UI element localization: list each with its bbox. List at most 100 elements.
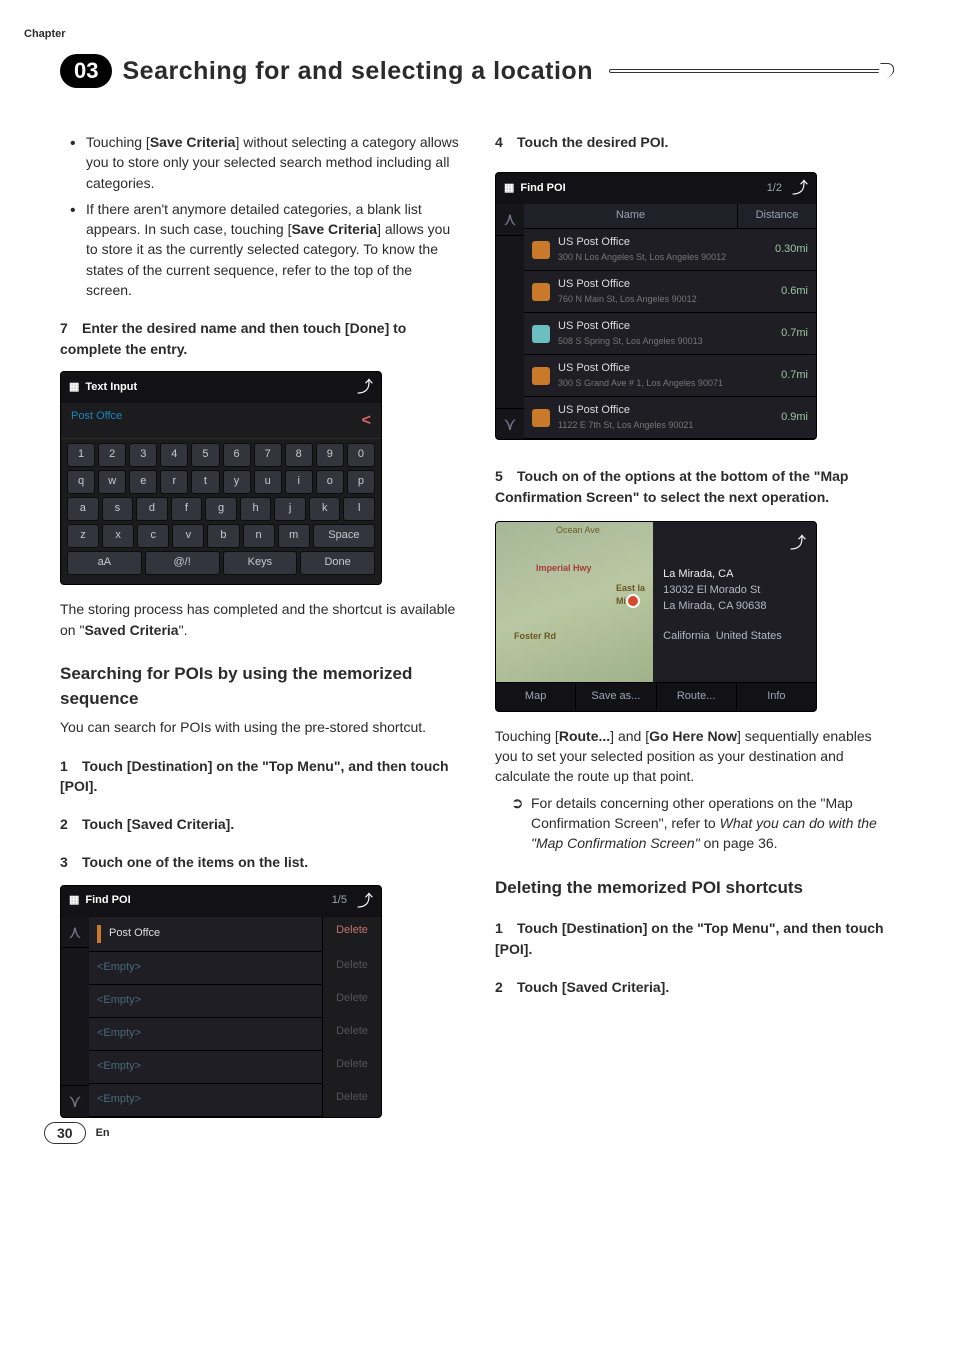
key[interactable]: i: [285, 470, 313, 494]
delete-button[interactable]: Delete: [322, 917, 381, 952]
scroll-down-icon[interactable]: ⋎: [496, 409, 524, 439]
key[interactable]: m: [278, 524, 310, 548]
keyboard[interactable]: 1 2 3 4 5 6 7 8 9 0 q w e: [61, 439, 381, 584]
window-icon: ▦: [69, 380, 79, 396]
key[interactable]: b: [207, 524, 239, 548]
key[interactable]: 5: [191, 443, 219, 467]
key[interactable]: t: [191, 470, 219, 494]
scroll-bar[interactable]: ⋏ ⋎: [496, 204, 524, 439]
text-input-title: Text Input: [85, 380, 137, 396]
subhead-searching-pois: Searching for POIs by using the memorize…: [60, 662, 459, 711]
back-icon[interactable]: ⤴: [357, 376, 373, 399]
reference-icon: ➲: [511, 793, 524, 815]
key-shift[interactable]: aA: [67, 551, 142, 575]
map-button[interactable]: Map: [496, 683, 576, 711]
key[interactable]: 4: [160, 443, 188, 467]
key-symbols[interactable]: @/!: [145, 551, 220, 575]
backspace-icon[interactable]: <: [362, 409, 371, 432]
delete-button: Delete: [322, 1018, 381, 1051]
key[interactable]: 6: [223, 443, 251, 467]
list-item[interactable]: US Post Office508 S Spring St, Los Angel…: [524, 313, 816, 355]
key[interactable]: 2: [98, 443, 126, 467]
delete-button: Delete: [322, 1051, 381, 1084]
key[interactable]: p: [347, 470, 375, 494]
scroll-down-icon[interactable]: ⋎: [61, 1086, 89, 1116]
page-indicator: 1/2: [767, 181, 782, 197]
right-step-4: 4Touch the desired POI.: [495, 132, 894, 152]
key[interactable]: c: [137, 524, 169, 548]
chapter-label: Chapter: [24, 28, 66, 40]
location-country: United States: [716, 630, 782, 642]
screenshot-text-input: ▦ Text Input ⤴ Post Offce < 1 2 3 4 5 6: [60, 371, 382, 585]
key[interactable]: q: [67, 470, 95, 494]
map-pin-icon: [626, 594, 640, 608]
text-input-value[interactable]: Post Offce: [71, 409, 122, 432]
delete-button: Delete: [322, 1084, 381, 1117]
back-icon[interactable]: ⤴: [357, 890, 373, 913]
right-step-5: 5Touch on of the options at the bottom o…: [495, 466, 894, 507]
left-step-2: 2Touch [Saved Criteria].: [60, 814, 459, 834]
key[interactable]: 1: [67, 443, 95, 467]
list-item[interactable]: US Post Office300 S Grand Ave # 1, Los A…: [524, 355, 816, 397]
key[interactable]: y: [223, 470, 251, 494]
page-number: 30: [44, 1122, 86, 1144]
distance-value: 0.7mi: [748, 368, 808, 384]
list-item[interactable]: Post Offce: [89, 917, 322, 952]
col-distance: Distance: [737, 204, 816, 228]
key[interactable]: o: [316, 470, 344, 494]
poi-icon: [532, 283, 550, 301]
find-poi-title: Find POI: [85, 893, 130, 909]
left-step-3: 3Touch one of the items on the list.: [60, 852, 459, 872]
poi-icon: [532, 241, 550, 259]
key-done[interactable]: Done: [300, 551, 375, 575]
save-as-button[interactable]: Save as...: [576, 683, 656, 711]
map-preview[interactable]: Ocean Ave Imperial Hwy East la Mir Foste…: [496, 522, 653, 682]
back-icon[interactable]: ⤴: [792, 177, 808, 200]
key[interactable]: a: [67, 497, 99, 521]
after-keyboard-text: The storing process has completed and th…: [60, 599, 459, 640]
key[interactable]: k: [309, 497, 341, 521]
key[interactable]: 7: [254, 443, 282, 467]
info-button[interactable]: Info: [737, 683, 816, 711]
subhead-para: You can search for POIs with using the p…: [60, 717, 459, 737]
key[interactable]: n: [243, 524, 275, 548]
distance-value: 0.9mi: [748, 410, 808, 426]
key-keys[interactable]: Keys: [223, 551, 298, 575]
scroll-bar[interactable]: ⋏ ⋎: [61, 917, 89, 1117]
key[interactable]: l: [343, 497, 375, 521]
list-item[interactable]: US Post Office1122 E 7th St, Los Angeles…: [524, 397, 816, 439]
back-icon[interactable]: ⤴: [663, 532, 806, 555]
key[interactable]: s: [102, 497, 134, 521]
reference-note: ➲ For details concerning other operation…: [495, 793, 894, 854]
subhead-deleting-shortcuts: Deleting the memorized POI shortcuts: [495, 876, 894, 901]
key[interactable]: r: [160, 470, 188, 494]
key[interactable]: x: [102, 524, 134, 548]
key[interactable]: h: [240, 497, 272, 521]
list-item[interactable]: US Post Office300 N Los Angeles St, Los …: [524, 229, 816, 271]
page-title: Searching for and selecting a location: [122, 57, 593, 86]
route-button[interactable]: Route...: [657, 683, 737, 711]
key[interactable]: e: [129, 470, 157, 494]
list-item[interactable]: US Post Office760 N Main St, Los Angeles…: [524, 271, 816, 313]
scroll-up-icon[interactable]: ⋏: [61, 917, 89, 947]
key[interactable]: v: [172, 524, 204, 548]
key[interactable]: 0: [347, 443, 375, 467]
list-item: <Empty>: [89, 1084, 322, 1117]
key[interactable]: 9: [316, 443, 344, 467]
key[interactable]: d: [136, 497, 168, 521]
key[interactable]: u: [254, 470, 282, 494]
key[interactable]: f: [171, 497, 203, 521]
distance-value: 0.30mi: [748, 242, 808, 258]
key[interactable]: j: [274, 497, 306, 521]
location-addr1: 13032 El Morado St: [663, 583, 806, 599]
list-item: <Empty>: [89, 1018, 322, 1051]
key[interactable]: g: [205, 497, 237, 521]
key[interactable]: z: [67, 524, 99, 548]
scroll-up-icon[interactable]: ⋏: [496, 204, 524, 234]
left-step-1: 1Touch [Destination] on the "Top Menu", …: [60, 756, 459, 797]
key[interactable]: 3: [129, 443, 157, 467]
key[interactable]: 8: [285, 443, 313, 467]
key-space[interactable]: Space: [313, 524, 375, 548]
language-label: En: [96, 1127, 110, 1139]
key[interactable]: w: [98, 470, 126, 494]
